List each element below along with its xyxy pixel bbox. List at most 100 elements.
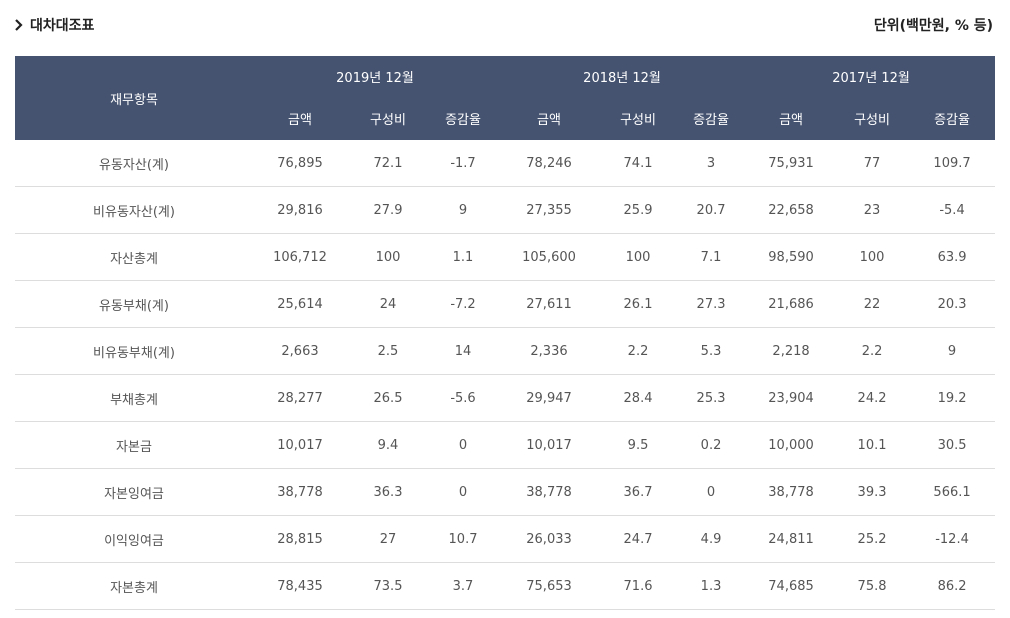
table-cell: 29,816 bbox=[253, 186, 347, 234]
year-header: 2018년 12월 bbox=[497, 56, 748, 96]
column-header: 구성비 bbox=[347, 96, 429, 140]
table-cell: 75.8 bbox=[835, 562, 910, 610]
table-cell: 28,277 bbox=[253, 374, 347, 422]
table-cell: 26.1 bbox=[601, 280, 676, 328]
table-cell: 100 bbox=[601, 233, 676, 281]
row-label: 자본총계 bbox=[15, 562, 253, 610]
table-cell: 2,218 bbox=[747, 327, 836, 375]
table-cell: 63.9 bbox=[909, 233, 996, 281]
table-cell: 106,712 bbox=[253, 233, 347, 281]
table-cell: 30.5 bbox=[909, 421, 996, 469]
row-label: 부채총계 bbox=[15, 374, 253, 422]
table-cell: 38,778 bbox=[747, 468, 836, 516]
table-cell: 21,686 bbox=[747, 280, 836, 328]
table-cell: 9 bbox=[429, 186, 498, 234]
table-cell: 71.6 bbox=[601, 562, 676, 610]
column-header: 증감율 bbox=[429, 96, 498, 140]
column-header: 금액 bbox=[747, 96, 836, 140]
item-header: 재무항목 bbox=[15, 56, 253, 140]
table-cell: 26,033 bbox=[497, 515, 602, 563]
table-cell: -12.4 bbox=[909, 515, 996, 563]
section-header: 대차대조표 단위(백만원, % 등) bbox=[0, 0, 1010, 56]
table-cell: 100 bbox=[347, 233, 429, 281]
table-body: 유동자산(계) 76,895 72.1 -1.7 78,246 74.1 3 75,931 77… bbox=[15, 140, 996, 610]
table-cell: 74,685 bbox=[747, 562, 836, 610]
table-cell: 78,246 bbox=[497, 140, 602, 187]
table-cell: 2,336 bbox=[497, 327, 602, 375]
table-cell: 24.7 bbox=[601, 515, 676, 563]
column-header: 구성비 bbox=[601, 96, 676, 140]
table-cell: 76,895 bbox=[253, 140, 347, 187]
table-cell: 26.5 bbox=[347, 374, 429, 422]
table-cell: 24 bbox=[347, 280, 429, 328]
table-cell: 4.9 bbox=[675, 515, 748, 563]
table-cell: 27,355 bbox=[497, 186, 602, 234]
table-cell: 105,600 bbox=[497, 233, 602, 281]
table-cell: 36.3 bbox=[347, 468, 429, 516]
table-cell: 109.7 bbox=[909, 140, 996, 187]
table-cell: 75,653 bbox=[497, 562, 602, 610]
table-cell: 22,658 bbox=[747, 186, 836, 234]
table-cell: 25,614 bbox=[253, 280, 347, 328]
table-row: 자본총계 78,435 73.5 3.7 75,653 71.6 1.3 74,685 75.8… bbox=[15, 562, 996, 610]
section-title-text: 대차대조표 bbox=[30, 18, 95, 34]
table-cell: 0 bbox=[429, 468, 498, 516]
row-label: 이익잉여금 bbox=[15, 515, 253, 563]
table-cell: 24,811 bbox=[747, 515, 836, 563]
table-cell: 7.1 bbox=[675, 233, 748, 281]
row-label: 자본잉여금 bbox=[15, 468, 253, 516]
column-header: 증감율 bbox=[909, 96, 996, 140]
table-cell: -5.4 bbox=[909, 186, 996, 234]
table-row: 유동부채(계) 25,614 24 -7.2 27,611 26.1 27.3 21,686 2… bbox=[15, 280, 996, 328]
table-cell: 38,778 bbox=[253, 468, 347, 516]
table-row: 부채총계 28,277 26.5 -5.6 29,947 28.4 25.3 23,904 24… bbox=[15, 374, 996, 422]
table-cell: 27.9 bbox=[347, 186, 429, 234]
table-cell: 2,663 bbox=[253, 327, 347, 375]
table-cell: 5.3 bbox=[675, 327, 748, 375]
column-header: 구성비 bbox=[835, 96, 910, 140]
table-cell: 10.7 bbox=[429, 515, 498, 563]
table-row: 유동자산(계) 76,895 72.1 -1.7 78,246 74.1 3 75,931 77… bbox=[15, 140, 996, 187]
year-header: 2017년 12월 bbox=[747, 56, 996, 96]
table-cell: 22 bbox=[835, 280, 910, 328]
row-label: 자산총계 bbox=[15, 233, 253, 281]
table-cell: 20.3 bbox=[909, 280, 996, 328]
table-cell: 78,435 bbox=[253, 562, 347, 610]
table-cell: 3 bbox=[675, 140, 748, 187]
table-cell: 27 bbox=[347, 515, 429, 563]
table-cell: 9.5 bbox=[601, 421, 676, 469]
column-header: 금액 bbox=[253, 96, 347, 140]
header-row-years: 재무항목 2019년 12월 2018년 12월 2017년 12월 bbox=[15, 56, 996, 140]
table-row: 자본잉여금 38,778 36.3 0 38,778 36.7 0 38,778 39.3 566… bbox=[15, 468, 996, 516]
balance-sheet-table: 재무항목 2019년 12월 2018년 12월 2017년 12월 금액 구성… bbox=[15, 56, 996, 610]
table-cell: 29,947 bbox=[497, 374, 602, 422]
table-cell: 25.3 bbox=[675, 374, 748, 422]
table-cell: 10.1 bbox=[835, 421, 910, 469]
table-row: 이익잉여금 28,815 27 10.7 26,033 24.7 4.9 24,811 25.2… bbox=[15, 515, 996, 563]
table-cell: -1.7 bbox=[429, 140, 498, 187]
table-cell: 73.5 bbox=[347, 562, 429, 610]
table-cell: 77 bbox=[835, 140, 910, 187]
table-cell: 2.5 bbox=[347, 327, 429, 375]
row-label: 비유동자산(계) bbox=[15, 186, 253, 234]
table-cell: 2.2 bbox=[601, 327, 676, 375]
table-cell: 1.1 bbox=[429, 233, 498, 281]
table-cell: 24.2 bbox=[835, 374, 910, 422]
table-row: 비유동자산(계) 29,816 27.9 9 27,355 25.9 20.7 22,658 2… bbox=[15, 186, 996, 234]
table-cell: 10,017 bbox=[497, 421, 602, 469]
table-cell: 2.2 bbox=[835, 327, 910, 375]
table-cell: 19.2 bbox=[909, 374, 996, 422]
year-header: 2019년 12월 bbox=[253, 56, 498, 96]
unit-label: 단위(백만원, % 등) bbox=[873, 18, 993, 34]
table-cell: 14 bbox=[429, 327, 498, 375]
column-header: 증감율 bbox=[675, 96, 748, 140]
table-cell: 72.1 bbox=[347, 140, 429, 187]
table-cell: 75,931 bbox=[747, 140, 836, 187]
table-cell: 0 bbox=[429, 421, 498, 469]
table-cell: 9.4 bbox=[347, 421, 429, 469]
table-cell: 27.3 bbox=[675, 280, 748, 328]
table-cell: 3.7 bbox=[429, 562, 498, 610]
table-cell: 10,017 bbox=[253, 421, 347, 469]
table-cell: 28,815 bbox=[253, 515, 347, 563]
table-cell: 23 bbox=[835, 186, 910, 234]
